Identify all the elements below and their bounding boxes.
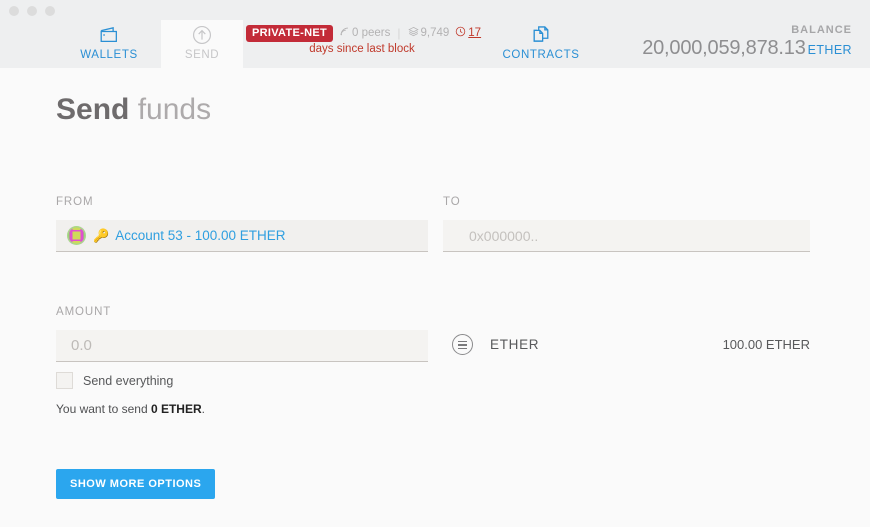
to-input-placeholder: 0x000000.. bbox=[469, 227, 539, 244]
tab-send[interactable]: SEND bbox=[161, 20, 243, 72]
from-select[interactable]: 🔑 Account 53 - 100.00 ETHER bbox=[56, 220, 428, 252]
send-summary-prefix: You want to send bbox=[56, 402, 151, 416]
documents-icon bbox=[499, 24, 583, 46]
network-badge: PRIVATE-NET bbox=[246, 24, 334, 42]
tab-wallets-label: WALLETS bbox=[80, 49, 138, 61]
to-label: TO bbox=[443, 196, 461, 208]
unit-selector-icon[interactable] bbox=[452, 334, 473, 355]
page-title-light: funds bbox=[129, 93, 212, 126]
block-age-value: 17 bbox=[468, 27, 482, 39]
tab-wallets[interactable]: WALLETS bbox=[68, 20, 150, 68]
send-summary: You want to send 0 ETHER. bbox=[56, 402, 428, 416]
app-header: WALLETS SEND CONTRACTS PRIVATE-NET 0 pee… bbox=[0, 20, 870, 72]
peers-value: 0 peers bbox=[352, 27, 391, 39]
amount-input-placeholder: 0.0 bbox=[71, 337, 92, 354]
clock-icon bbox=[455, 26, 466, 40]
send-everything-checkbox[interactable] bbox=[56, 372, 73, 389]
amount-input-wrap[interactable]: 0.0 bbox=[56, 330, 428, 362]
tab-contracts-label: CONTRACTS bbox=[502, 49, 580, 61]
close-button[interactable] bbox=[9, 6, 19, 16]
blocks-icon bbox=[407, 26, 419, 40]
minimize-button[interactable] bbox=[27, 6, 37, 16]
amount-group: AMOUNT 0.0 Send everything You want to s… bbox=[56, 306, 428, 416]
currency-row: ETHER 100.00 ETHER bbox=[452, 334, 810, 355]
tab-contracts[interactable]: CONTRACTS bbox=[499, 20, 583, 68]
arrow-up-circle-icon bbox=[161, 24, 243, 46]
main-content: Send funds FROM 🔑 Account 53 - 100.00 ET… bbox=[0, 68, 870, 527]
last-block-note: days since last block bbox=[309, 43, 415, 55]
send-everything-row[interactable]: Send everything bbox=[56, 372, 428, 389]
key-icon: 🔑 bbox=[93, 228, 110, 243]
balance-display: BALANCE 20,000,059,878.13 ETHER bbox=[642, 24, 852, 60]
balance-unit: ETHER bbox=[807, 43, 852, 57]
app-window: WALLETS SEND CONTRACTS PRIVATE-NET 0 pee… bbox=[0, 0, 870, 527]
amount-label: AMOUNT bbox=[56, 306, 112, 318]
send-everything-label: Send everything bbox=[83, 373, 174, 388]
send-summary-suffix: . bbox=[201, 402, 205, 416]
blocks-value: 9,749 bbox=[420, 27, 450, 39]
window-titlebar bbox=[0, 0, 870, 20]
to-input-wrap[interactable]: 0x000000.. bbox=[443, 220, 810, 252]
send-summary-value: 0 ETHER bbox=[150, 402, 202, 416]
show-more-options-button[interactable]: SHOW MORE OPTIONS bbox=[56, 469, 216, 499]
balance-amount: 20,000,059,878.13 bbox=[642, 37, 806, 59]
currency-name: ETHER bbox=[490, 337, 540, 352]
to-group: TO 0x000000.. bbox=[443, 196, 810, 252]
identicon bbox=[67, 226, 86, 245]
balance-label: BALANCE bbox=[791, 24, 852, 36]
window-controls bbox=[9, 6, 55, 16]
peers-icon bbox=[339, 26, 350, 40]
network-status: PRIVATE-NET 0 peers | 9,749 17 days sinc… bbox=[246, 24, 486, 55]
block-age-stat: 17 bbox=[455, 26, 481, 40]
page-title: Send funds bbox=[56, 93, 211, 127]
wallet-icon bbox=[68, 24, 150, 46]
from-group: FROM 🔑 Account 53 - 100.00 ETHER bbox=[56, 196, 428, 252]
from-account-text: Account 53 - 100.00 ETHER bbox=[115, 228, 286, 243]
maximize-button[interactable] bbox=[45, 6, 55, 16]
from-label: FROM bbox=[56, 196, 94, 208]
peers-stat: 0 peers bbox=[339, 26, 390, 40]
page-title-strong: Send bbox=[56, 93, 130, 126]
stat-divider: | bbox=[397, 26, 401, 40]
blocks-stat: 9,749 bbox=[407, 26, 450, 40]
tab-send-label: SEND bbox=[184, 49, 220, 61]
currency-available: 100.00 ETHER bbox=[722, 337, 810, 352]
